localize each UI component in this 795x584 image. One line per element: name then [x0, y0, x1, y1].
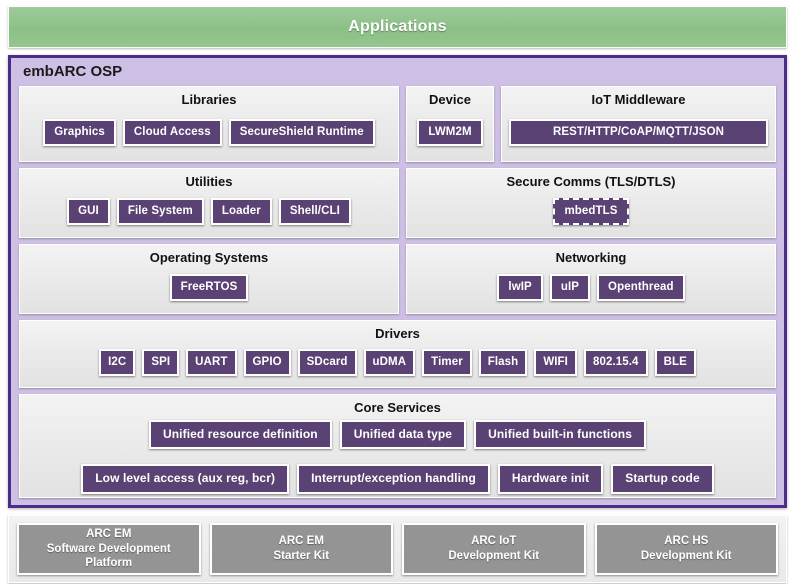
- panel-libraries: Libraries Graphics Cloud Access SecureSh…: [19, 86, 399, 162]
- kit-line-1: ARC IoT: [471, 535, 517, 548]
- row-utilities-secure-comms: Utilities GUI File System Loader Shell/C…: [19, 168, 776, 238]
- chip-cloud-access[interactable]: Cloud Access: [122, 119, 222, 147]
- chip-lwm2m[interactable]: LWM2M: [417, 119, 483, 147]
- kit-line-2: Development Kit: [640, 550, 732, 563]
- chip-ble[interactable]: BLE: [654, 349, 696, 377]
- embarc-osp-architecture-diagram: Applications embARC OSP Libraries Graphi…: [0, 0, 795, 584]
- kit-line-1: ARC HS: [664, 535, 709, 548]
- chip-group-device: LWM2M: [414, 112, 486, 154]
- chip-mbedtls[interactable]: mbedTLS: [553, 198, 629, 226]
- kit-arc-em-starter-kit[interactable]: ARC EM Starter Kit: [209, 523, 393, 576]
- chip-group-iot-middleware: REST/HTTP/CoAP/MQTT/JSON: [509, 112, 768, 154]
- panel-device: Device LWM2M: [406, 86, 494, 162]
- chip-group-libraries: Graphics Cloud Access SecureShield Runti…: [27, 112, 391, 154]
- chip-secureshield-runtime[interactable]: SecureShield Runtime: [228, 119, 375, 147]
- chip-openthread[interactable]: Openthread: [597, 274, 685, 302]
- panel-title-utilities: Utilities: [185, 174, 233, 189]
- panel-secure-comms: Secure Comms (TLS/DTLS) mbedTLS: [406, 168, 776, 238]
- panel-iot-middleware: IoT Middleware REST/HTTP/CoAP/MQTT/JSON: [501, 86, 776, 162]
- panel-title-secure-comms: Secure Comms (TLS/DTLS): [506, 174, 676, 189]
- row-libraries-device-iot: Libraries Graphics Cloud Access SecureSh…: [19, 86, 776, 162]
- panel-title-drivers: Drivers: [375, 326, 420, 341]
- panel-title-core-services: Core Services: [354, 400, 441, 415]
- chip-unified-data-type[interactable]: Unified data type: [339, 419, 467, 450]
- embarc-osp-title: embARC OSP: [23, 63, 123, 80]
- chip-group-networking: lwIP uIP Openthread: [414, 270, 768, 306]
- kit-line-1: ARC EM: [86, 528, 132, 540]
- panel-utilities: Utilities GUI File System Loader Shell/C…: [19, 168, 399, 238]
- chip-hardware-init[interactable]: Hardware init: [497, 464, 604, 495]
- kit-arc-hs-development-kit[interactable]: ARC HS Development Kit: [594, 523, 778, 576]
- chip-uart[interactable]: UART: [186, 349, 237, 377]
- chip-wifi[interactable]: WIFI: [534, 349, 577, 377]
- core-services-row-1: Unified resource definition Unified data…: [27, 419, 768, 450]
- chip-rest-http-coap-mqtt-json[interactable]: REST/HTTP/CoAP/MQTT/JSON: [509, 119, 768, 147]
- chip-flash[interactable]: Flash: [478, 349, 528, 377]
- core-services-row-2: Low level access (aux reg, bcr) Interrup…: [27, 464, 768, 495]
- row-drivers: Drivers I2C SPI UART GPIO SDcard uDMA Ti…: [19, 320, 776, 388]
- chip-group-secure-comms: mbedTLS: [414, 194, 768, 230]
- row-os-networking: Operating Systems FreeRTOS Networking lw…: [19, 244, 776, 314]
- chip-unified-resource-definition[interactable]: Unified resource definition: [148, 419, 332, 450]
- kit-arc-iot-development-kit[interactable]: ARC IoT Development Kit: [402, 523, 586, 576]
- hardware-kits-strip: ARC EM Software Development Platform ARC…: [8, 515, 787, 584]
- embarc-osp-body: Libraries Graphics Cloud Access SecureSh…: [19, 86, 776, 498]
- chip-startup-code[interactable]: Startup code: [611, 464, 714, 495]
- panel-core-services: Core Services Unified resource definitio…: [19, 394, 776, 498]
- kit-line-2: Starter Kit: [273, 550, 330, 563]
- chip-freertos[interactable]: FreeRTOS: [169, 274, 249, 302]
- panel-drivers: Drivers I2C SPI UART GPIO SDcard uDMA Ti…: [19, 320, 776, 388]
- chip-gpio[interactable]: GPIO: [243, 349, 291, 377]
- chip-shell-cli[interactable]: Shell/CLI: [278, 198, 351, 226]
- chip-802-15-4[interactable]: 802.15.4: [583, 349, 648, 377]
- chip-uip[interactable]: uIP: [549, 274, 591, 302]
- chip-group-drivers: I2C SPI UART GPIO SDcard uDMA Timer Flas…: [27, 346, 768, 380]
- chip-spi[interactable]: SPI: [142, 349, 180, 377]
- chip-i2c[interactable]: I2C: [99, 349, 136, 377]
- chip-udma[interactable]: uDMA: [363, 349, 416, 377]
- panel-operating-systems: Operating Systems FreeRTOS: [19, 244, 399, 314]
- chip-gui[interactable]: GUI: [67, 198, 110, 226]
- chip-loader[interactable]: Loader: [210, 198, 272, 226]
- chip-sdcard[interactable]: SDcard: [297, 349, 357, 377]
- kit-line-2: Software Development Platform: [46, 542, 171, 570]
- kit-arc-em-software-development-platform[interactable]: ARC EM Software Development Platform: [17, 523, 201, 576]
- chip-interrupt-exception-handling[interactable]: Interrupt/exception handling: [297, 464, 490, 495]
- panel-networking: Networking lwIP uIP Openthread: [406, 244, 776, 314]
- applications-label: Applications: [348, 18, 447, 35]
- chip-low-level-access[interactable]: Low level access (aux reg, bcr): [81, 464, 290, 495]
- chip-graphics[interactable]: Graphics: [43, 119, 116, 147]
- panel-title-operating-systems: Operating Systems: [149, 250, 269, 265]
- chip-file-system[interactable]: File System: [116, 198, 204, 226]
- row-core-services: Core Services Unified resource definitio…: [19, 394, 776, 498]
- applications-banner: Applications: [8, 6, 787, 48]
- chip-group-utilities: GUI File System Loader Shell/CLI: [27, 194, 391, 230]
- chip-group-operating-systems: FreeRTOS: [27, 270, 391, 306]
- panel-title-networking: Networking: [555, 250, 627, 265]
- kit-line-1: ARC EM: [278, 535, 324, 548]
- chip-lwip[interactable]: lwIP: [497, 274, 543, 302]
- embarc-osp-frame: embARC OSP Libraries Graphics Cloud Acce…: [8, 55, 787, 508]
- kit-line-2: Development Kit: [448, 550, 540, 563]
- chip-group-core-services: Unified resource definition Unified data…: [27, 419, 768, 495]
- panel-title-device: Device: [429, 92, 471, 107]
- chip-timer[interactable]: Timer: [422, 349, 472, 377]
- chip-unified-builtin-functions[interactable]: Unified built-in functions: [474, 419, 647, 450]
- panel-title-iot-middleware: IoT Middleware: [591, 92, 686, 107]
- panel-title-libraries: Libraries: [181, 92, 237, 107]
